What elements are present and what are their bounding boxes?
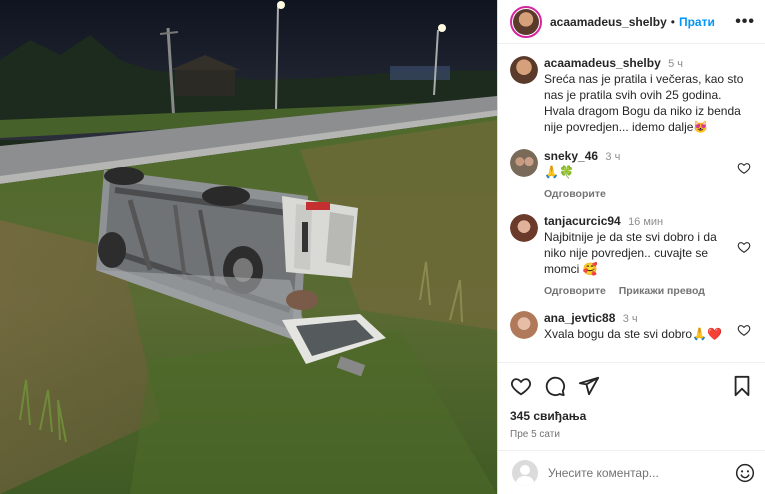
- post-photo[interactable]: [0, 0, 497, 494]
- comment-item: ana_jevtic88 3 ч Xvala bogu da ste svi d…: [510, 311, 753, 342]
- show-translation-button[interactable]: Прикажи превод: [619, 285, 705, 297]
- comments-list[interactable]: acaamadeus_shelby 5 ч Sreća nas je prati…: [498, 44, 765, 362]
- comment-actions: Одговорите Прикажи превод: [544, 285, 731, 297]
- comment-time: 3 ч: [622, 313, 638, 325]
- caption-time: 5 ч: [668, 58, 683, 70]
- commenter-username[interactable]: sneky_46: [544, 149, 598, 163]
- like-heart-icon[interactable]: [510, 375, 532, 397]
- more-options-icon[interactable]: •••: [735, 13, 755, 30]
- current-user-avatar: [512, 459, 538, 486]
- comment-text: Najbitnije je da ste svi dobro i da niko…: [544, 230, 717, 276]
- commenter-avatar[interactable]: [510, 311, 538, 339]
- like-comment-heart-icon[interactable]: [737, 161, 751, 175]
- comment-actions: Одговорите: [544, 188, 731, 200]
- post-photo-image: [0, 0, 497, 494]
- emoji-picker-icon[interactable]: [735, 463, 755, 483]
- add-comment-bar: [498, 450, 765, 494]
- likes-count[interactable]: 345 свиђања: [510, 409, 753, 423]
- comment-icon[interactable]: [544, 375, 566, 397]
- comment-time: 16 мин: [628, 216, 664, 228]
- comment-item: tanjacurcic94 16 мин Najbitnije je da st…: [510, 214, 753, 297]
- instagram-post-modal: acaamadeus_shelby • Прати ••• acaamadeus…: [0, 0, 765, 494]
- commenter-username[interactable]: tanjacurcic94: [544, 214, 621, 228]
- save-bookmark-icon[interactable]: [731, 375, 753, 397]
- caption-username[interactable]: acaamadeus_shelby: [544, 56, 661, 70]
- action-icons: [510, 373, 753, 399]
- commenter-avatar[interactable]: [510, 214, 538, 242]
- comment-time: 3 ч: [605, 151, 621, 163]
- comment-text: Xvala bogu da ste svi dobro🙏❤️: [544, 327, 722, 341]
- follow-button[interactable]: Прати: [679, 15, 715, 29]
- like-comment-heart-icon[interactable]: [737, 323, 751, 337]
- commenter-username[interactable]: ana_jevtic88: [544, 311, 615, 325]
- author-avatar[interactable]: [510, 5, 542, 38]
- post-header: acaamadeus_shelby • Прати •••: [498, 0, 765, 44]
- post-side-panel: acaamadeus_shelby • Прати ••• acaamadeus…: [497, 0, 765, 494]
- author-username[interactable]: acaamadeus_shelby: [550, 15, 667, 29]
- separator-dot: •: [670, 14, 675, 29]
- like-comment-heart-icon[interactable]: [737, 240, 751, 254]
- reply-button[interactable]: Одговорите: [544, 285, 606, 297]
- post-actions: 345 свиђања Пре 5 сати: [498, 362, 765, 450]
- comment-input[interactable]: [548, 465, 735, 480]
- comment-item: sneky_46 3 ч 🙏🍀 Одговорите: [510, 149, 753, 200]
- reply-button[interactable]: Одговорите: [544, 188, 606, 200]
- post-time: Пре 5 сати: [510, 429, 560, 440]
- share-icon[interactable]: [578, 375, 600, 397]
- caption: acaamadeus_shelby 5 ч Sreća nas je prati…: [510, 56, 753, 135]
- commenter-avatar[interactable]: [510, 149, 538, 177]
- comment-text: 🙏🍀: [544, 165, 574, 179]
- caption-avatar[interactable]: [510, 56, 538, 84]
- caption-text: Sreća nas je pratila i večeras, kao sto …: [544, 72, 744, 134]
